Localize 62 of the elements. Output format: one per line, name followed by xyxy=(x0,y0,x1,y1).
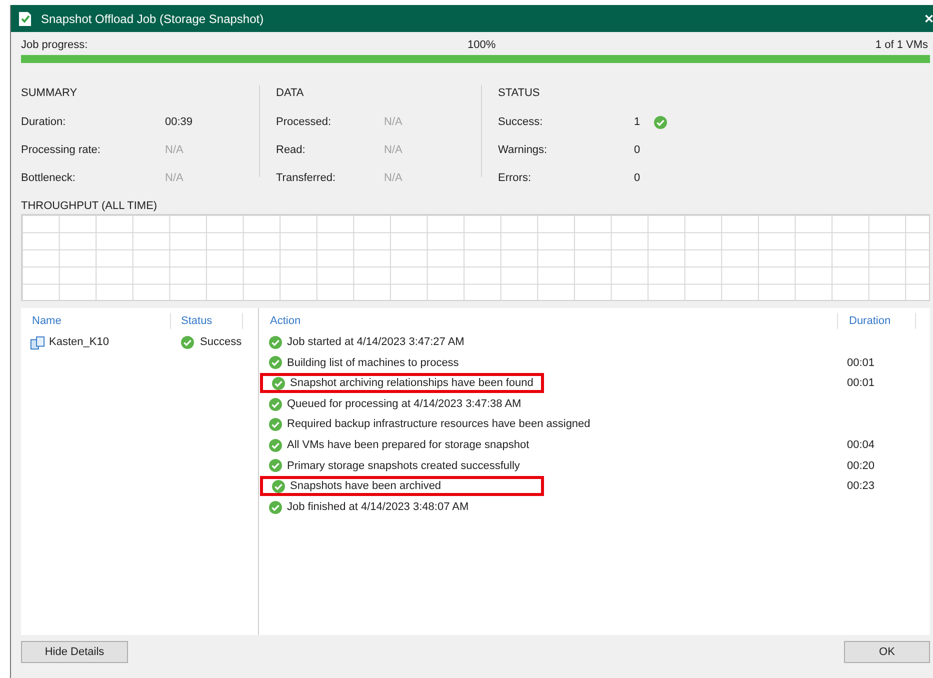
duration-value: 00:01 xyxy=(846,376,875,392)
duration-value: 00:20 xyxy=(846,458,875,474)
success-check-icon xyxy=(654,116,668,128)
duration-value: 00:04 xyxy=(846,438,875,454)
close-button[interactable]: ✕ xyxy=(924,10,933,28)
stat-label: Errors: xyxy=(498,170,532,186)
stat-value: N/A xyxy=(384,114,402,130)
progress-count: 1 of 1 VMs xyxy=(875,38,929,53)
success-check-icon xyxy=(269,336,282,349)
stat-value: 1 xyxy=(634,114,640,130)
window-title: Snapshot Offload Job (Storage Snapshot) xyxy=(41,10,265,28)
success-check-icon xyxy=(269,398,282,411)
stat-label: Warnings: xyxy=(498,142,548,158)
success-check-icon xyxy=(269,438,282,452)
stat-value: 0 xyxy=(634,170,640,186)
action-text: Queued for processing at 4/14/2023 3:47:38 AM xyxy=(287,396,522,412)
stat-value: 00:39 xyxy=(165,114,193,130)
success-check-icon xyxy=(181,336,194,348)
ok-button[interactable]: OK xyxy=(844,641,930,663)
success-check-icon xyxy=(269,418,282,432)
action-text: Required backup infrastructure resources have been assigned xyxy=(287,417,590,432)
duration-value: 00:01 xyxy=(846,356,875,371)
stat-label: Success: xyxy=(498,114,544,130)
stat-label: Duration: xyxy=(21,114,67,130)
success-check-icon xyxy=(269,356,282,370)
progress-percent: 100% xyxy=(467,38,496,53)
vm-icon xyxy=(30,334,45,350)
stat-label: Bottleneck: xyxy=(21,170,76,186)
stat-value: N/A xyxy=(384,142,402,158)
stat-value: N/A xyxy=(165,142,184,158)
action-text: Snapshot archiving relationships have been found xyxy=(290,376,534,392)
column-header[interactable]: Action xyxy=(259,312,837,330)
action-text: Snapshots have been archived xyxy=(290,479,442,494)
hide-details-button[interactable]: Hide Details xyxy=(21,641,128,663)
stat-label: Transferred: xyxy=(276,170,337,186)
success-check-icon xyxy=(269,459,282,472)
vm-name: Kasten_K10 xyxy=(49,334,109,350)
action-text: Building list of machines to process xyxy=(287,356,459,371)
section-heading: STATUS xyxy=(498,86,541,99)
progress-label: Job progress: xyxy=(21,38,88,53)
app-icon xyxy=(17,10,33,26)
action-text: Primary storage snapshots created successfully xyxy=(287,458,520,474)
duration-value: 00:23 xyxy=(846,479,875,494)
success-check-icon xyxy=(269,500,282,514)
action-text: Job started at 4/14/2023 3:47:27 AM xyxy=(287,335,464,350)
stat-value: 0 xyxy=(634,142,640,158)
section-heading: SUMMARY xyxy=(21,86,78,99)
column-header[interactable]: Name xyxy=(21,312,171,330)
column-header[interactable]: Duration xyxy=(837,312,916,330)
success-check-icon xyxy=(272,376,285,390)
stat-label: Read: xyxy=(276,142,306,158)
vm-status: Success xyxy=(200,334,242,350)
stat-value: N/A xyxy=(384,170,402,186)
action-text: All VMs have been prepared for storage snapshot xyxy=(287,438,530,454)
action-text: Job finished at 4/14/2023 3:48:07 AM xyxy=(287,500,469,515)
success-check-icon xyxy=(272,480,285,493)
stat-label: Processed: xyxy=(276,114,332,130)
section-heading: DATA xyxy=(276,86,305,99)
column-header[interactable]: Status xyxy=(171,312,243,330)
section-heading: THROUGHPUT (ALL TIME) xyxy=(21,199,158,212)
stat-label: Processing rate: xyxy=(21,142,102,158)
stat-value: N/A xyxy=(165,170,184,186)
